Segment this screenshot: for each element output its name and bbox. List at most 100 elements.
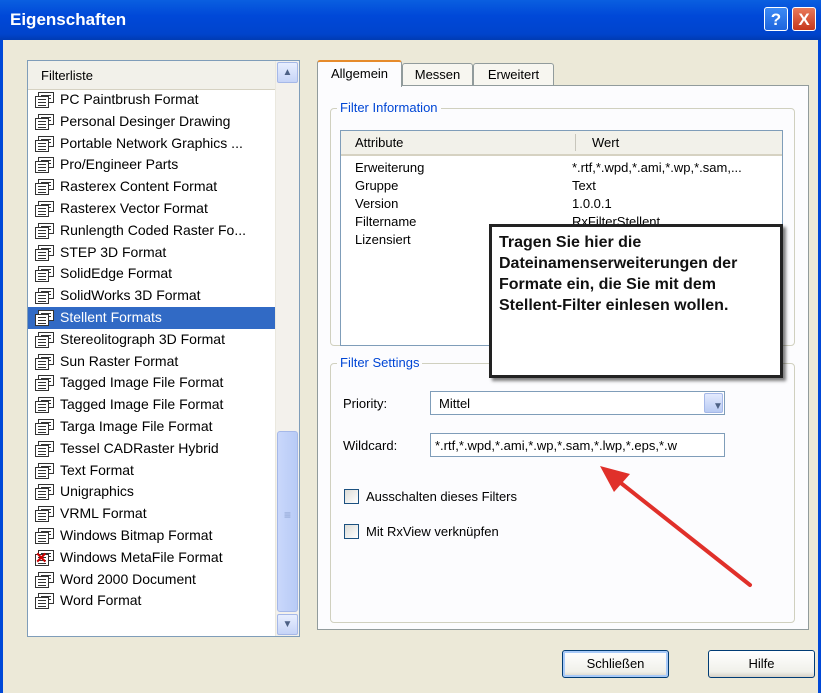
help-icon: ? — [770, 10, 782, 29]
column-wert[interactable]: Wert — [592, 135, 619, 150]
list-item-label: Sun Raster Format — [60, 352, 179, 369]
list-item-label: Tagged Image File Format — [60, 374, 224, 391]
cell-attribute: Gruppe — [355, 178, 399, 193]
list-item[interactable]: PC Paintbrush Format — [28, 89, 277, 111]
disable-filter-label[interactable]: Ausschalten dieses Filters — [366, 489, 517, 504]
list-item[interactable]: Personal Desinger Drawing — [28, 111, 277, 133]
list-item[interactable]: Tagged Image File Format — [28, 394, 277, 416]
list-item[interactable]: VRML Format — [28, 503, 277, 525]
filter-icon — [35, 157, 56, 174]
filter-icon — [35, 309, 56, 326]
list-item[interactable]: Text Format — [28, 460, 277, 482]
wildcard-input[interactable]: *.rtf,*.wpd,*.ami,*.wp,*.sam,*.lwp,*.eps… — [430, 433, 725, 457]
wildcard-label: Wildcard: — [343, 438, 398, 453]
filter-list-items: PC Paintbrush Format Personal Desinger Dr… — [28, 89, 277, 612]
close-button[interactable]: Schließen — [562, 650, 669, 678]
table-row[interactable]: Version 1.0.0.1 — [341, 196, 782, 213]
filter-icon — [35, 113, 56, 130]
list-item[interactable]: Windows Bitmap Format — [28, 525, 277, 547]
chevron-down-icon: ▼ — [713, 401, 723, 412]
filter-icon — [35, 135, 56, 152]
filter-list[interactable]: Filterliste PC Paintbrush Format Personal… — [27, 60, 300, 637]
filter-icon — [35, 288, 56, 305]
list-item[interactable]: SolidEdge Format — [28, 263, 277, 285]
priority-label: Priority: — [343, 396, 388, 411]
filter-icon — [35, 266, 56, 283]
column-divider[interactable] — [575, 134, 576, 151]
cell-value: *.rtf,*.wpd,*.ami,*.wp,*.sam,... — [572, 160, 742, 175]
table-row[interactable]: Erweiterung *.rtf,*.wpd,*.ami,*.wp,*.sam… — [341, 160, 782, 177]
filter-list-header[interactable]: Filterliste — [28, 61, 277, 90]
list-item[interactable]: Sun Raster Format — [28, 351, 277, 373]
scroll-down-button[interactable]: ▼ — [277, 614, 298, 635]
list-item[interactable]: Stellent Formats — [28, 306, 277, 329]
filter-icon — [35, 244, 56, 261]
help-button[interactable]: Hilfe — [708, 650, 815, 678]
list-item-label: SolidEdge Format — [60, 265, 173, 282]
column-attribute[interactable]: Attribute — [355, 135, 403, 150]
list-item-label: Windows MetaFile Format — [60, 548, 223, 565]
list-item-label: Tagged Image File Format — [60, 396, 224, 413]
filter-icon — [35, 179, 56, 196]
list-item-label: Runlength Coded Raster Fo... — [60, 221, 246, 238]
cell-attribute: Version — [355, 196, 399, 211]
list-item[interactable]: ✕ Windows MetaFile Format — [28, 547, 277, 569]
list-item[interactable]: Tessel CADRaster Hybrid — [28, 438, 277, 460]
list-item[interactable]: STEP 3D Format — [28, 242, 277, 264]
wildcard-value: *.rtf,*.wpd,*.ami,*.wp,*.sam,*.lwp,*.eps… — [435, 438, 678, 453]
chevron-up-icon: ▲ — [282, 67, 293, 78]
filter-icon — [35, 527, 56, 544]
list-item[interactable]: Word 2000 Document — [28, 569, 277, 591]
priority-dropdown-button[interactable]: ▼ — [704, 393, 723, 413]
rxview-label[interactable]: Mit RxView verknüpfen — [366, 524, 499, 539]
list-item[interactable]: SolidWorks 3D Format — [28, 285, 277, 307]
close-titlebar-button[interactable]: X — [792, 7, 816, 31]
chevron-down-icon: ▼ — [282, 619, 293, 630]
close-icon: X — [798, 10, 810, 29]
filter-icon — [35, 571, 56, 588]
filter-icon — [35, 462, 56, 479]
tab-messen[interactable]: Messen — [402, 63, 473, 87]
list-item-label: Stereolitograph 3D Format — [60, 330, 225, 347]
callout-text: Tragen Sie hier die Dateinamenserweiteru… — [499, 234, 738, 314]
tab-allgemein[interactable]: Allgemein — [317, 60, 402, 87]
tab-erweitert[interactable]: Erweitert — [473, 63, 554, 87]
annotation-arrow — [600, 466, 752, 587]
list-item[interactable]: Unigraphics — [28, 481, 277, 503]
filter-icon — [35, 484, 56, 501]
list-item-label: Tessel CADRaster Hybrid — [60, 439, 219, 456]
list-item[interactable]: Runlength Coded Raster Fo... — [28, 220, 277, 242]
list-item[interactable]: Rasterex Content Format — [28, 176, 277, 198]
list-item-label: SolidWorks 3D Format — [60, 287, 201, 304]
scroll-thumb[interactable] — [277, 431, 298, 612]
disable-filter-checkbox[interactable] — [344, 489, 359, 504]
list-item[interactable]: Rasterex Vector Format — [28, 198, 277, 220]
list-item[interactable]: Pro/Engineer Parts — [28, 154, 277, 176]
filter-icon — [35, 200, 56, 217]
list-item[interactable]: Portable Network Graphics ... — [28, 133, 277, 155]
list-item[interactable]: Targa Image File Format — [28, 416, 277, 438]
cell-value: Text — [572, 178, 596, 193]
filter-icon — [35, 353, 56, 370]
list-item-label: Rasterex Vector Format — [60, 199, 208, 216]
priority-value: Mittel — [439, 396, 471, 411]
filter-information-label: Filter Information — [337, 100, 441, 115]
priority-select[interactable]: Mittel ▼ — [430, 391, 725, 415]
filter-list-scrollbar[interactable]: ▲ ▼ — [275, 61, 299, 636]
scroll-up-button[interactable]: ▲ — [277, 62, 298, 83]
rxview-checkbox[interactable] — [344, 524, 359, 539]
list-item-label: PC Paintbrush Format — [60, 91, 199, 107]
title-bar: Eigenschaften ? X — [0, 0, 821, 40]
table-row[interactable]: Gruppe Text — [341, 178, 782, 195]
help-titlebar-button[interactable]: ? — [764, 7, 788, 31]
table-header: Attribute Wert — [341, 131, 782, 156]
list-item[interactable]: Tagged Image File Format — [28, 372, 277, 394]
list-item-label: Word Format — [60, 592, 142, 609]
filter-icon — [35, 593, 56, 610]
cell-attribute: Erweiterung — [355, 160, 425, 175]
list-item-label: Windows Bitmap Format — [60, 526, 213, 543]
list-item[interactable]: Word Format — [28, 590, 277, 612]
list-item[interactable]: Stereolitograph 3D Format — [28, 329, 277, 351]
filter-icon — [35, 222, 56, 239]
filter-list-header-label: Filterliste — [41, 68, 94, 83]
